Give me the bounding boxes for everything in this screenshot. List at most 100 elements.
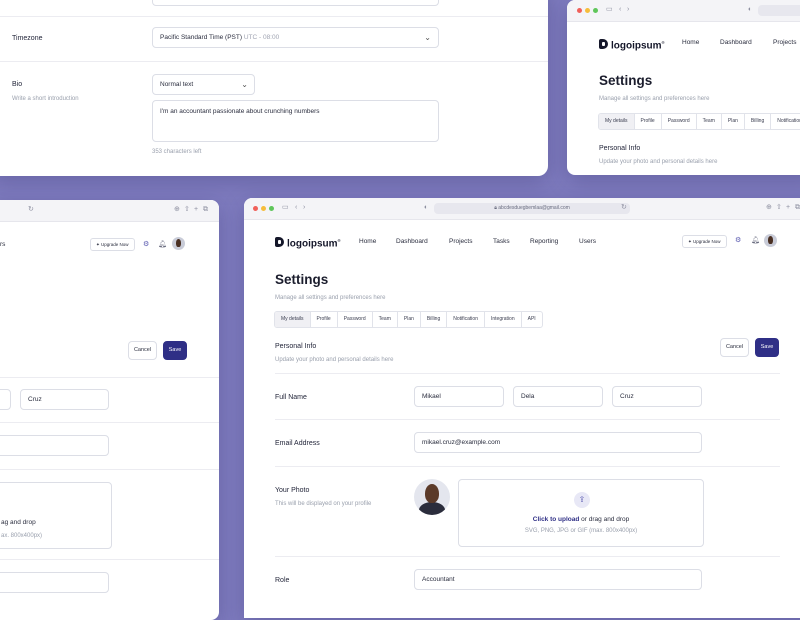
tab-notification[interactable]: Notification xyxy=(771,114,800,129)
lock-icon: 🔒︎ xyxy=(494,205,497,211)
maximize-dot[interactable] xyxy=(593,8,598,13)
last-name-field[interactable]: Cruz xyxy=(612,386,702,407)
nav-projects[interactable]: Projects xyxy=(773,39,796,47)
nav-tasks[interactable]: Tasks xyxy=(493,238,510,246)
settings-tabs: My details Profile Password Team Plan Bi… xyxy=(598,113,800,130)
plus-icon[interactable]: + xyxy=(194,205,198,215)
divider xyxy=(275,373,780,374)
first-name-field[interactable]: Mikael xyxy=(414,386,504,407)
role-label: Role xyxy=(275,577,290,584)
tab-profile[interactable]: Profile xyxy=(635,114,662,129)
timezone-select[interactable]: Pacific Standard Time (PST) UTC - 08:00 … xyxy=(152,27,439,48)
upload-dropzone[interactable]: ag and drop ax. 800x400px) xyxy=(0,482,112,549)
half-circle-icon[interactable]: ◐ xyxy=(748,5,752,15)
copy-icon[interactable]: ⧉ xyxy=(203,205,208,215)
click-to-upload-link[interactable]: Click to upload xyxy=(533,516,580,523)
role-field[interactable]: Accountant xyxy=(414,569,702,590)
bell-icon[interactable]: 🔔︎ xyxy=(751,237,760,245)
email-field[interactable]: mikael.cruz@example.com xyxy=(414,432,702,453)
maximize-dot[interactable] xyxy=(269,206,274,211)
plus-icon[interactable]: + xyxy=(786,203,790,213)
nav-users[interactable]: Users xyxy=(579,238,596,246)
download-icon[interactable]: ⊕ xyxy=(766,203,772,213)
bio-format-value: Normal text xyxy=(160,81,194,88)
reload-icon[interactable]: ↻ xyxy=(621,203,627,213)
tab-notification[interactable]: Notification xyxy=(447,312,485,327)
avatar[interactable] xyxy=(764,234,777,247)
upgrade-button[interactable]: ✦ Upgrade Now xyxy=(682,235,727,248)
tab-plan[interactable]: Plan xyxy=(722,114,745,129)
tab-my-details[interactable]: My details xyxy=(275,312,311,327)
nav-reporting[interactable]: Reporting xyxy=(530,238,558,246)
tab-team[interactable]: Team xyxy=(373,312,398,327)
logo[interactable]: logoipsum® xyxy=(599,37,665,52)
download-icon[interactable]: ⊕ xyxy=(174,205,180,215)
cancel-button[interactable]: Cancel xyxy=(128,341,157,360)
chevron-left-icon[interactable]: ‹ xyxy=(619,5,621,15)
tab-integration[interactable]: Integration xyxy=(485,312,522,327)
last-name-field[interactable]: Cruz xyxy=(20,389,109,410)
tab-password[interactable]: Password xyxy=(662,114,697,129)
page-title: Settings xyxy=(599,73,653,88)
chevron-left-icon[interactable]: ‹ xyxy=(295,203,297,213)
tab-plan[interactable]: Plan xyxy=(398,312,421,327)
address-bar[interactable] xyxy=(758,5,800,16)
middle-name-field[interactable] xyxy=(0,389,11,410)
nav-fragment[interactable]: rs xyxy=(0,241,5,249)
profile-photo xyxy=(414,479,450,515)
upgrade-button[interactable]: ✦ Upgrade Now xyxy=(90,238,135,251)
minimize-dot[interactable] xyxy=(261,206,266,211)
reload-icon[interactable]: ↻ xyxy=(28,205,34,215)
minimize-dot[interactable] xyxy=(585,8,590,13)
share-icon[interactable]: ⇧ xyxy=(776,203,782,213)
tab-password[interactable]: Password xyxy=(338,312,373,327)
bio-format-select[interactable]: Normal text ⌄ xyxy=(152,74,255,95)
nav-home[interactable]: Home xyxy=(682,39,699,47)
nav-dashboard[interactable]: Dashboard xyxy=(720,39,752,47)
save-button[interactable]: Save xyxy=(163,341,187,360)
tab-billing[interactable]: Billing xyxy=(745,114,772,129)
gear-icon[interactable]: ⚙ xyxy=(143,241,149,249)
left-settings-window: ↻ ⊕ ⇧ + ⧉ rs ✦ Upgrade Now ⚙ 🔔︎ Cancel S… xyxy=(0,200,219,620)
bio-text: I'm an accountant passionate about crunc… xyxy=(160,108,320,115)
email-field[interactable] xyxy=(0,435,109,456)
cancel-button[interactable]: Cancel xyxy=(720,338,749,357)
right-settings-window: ▭ ‹ › ◐ logoipsum® Home Dashboard Projec… xyxy=(567,0,800,175)
gear-icon[interactable]: ⚙ xyxy=(735,237,741,245)
address-bar[interactable]: 🔒︎ abcdesduegbemlaa@gmail.com xyxy=(434,203,630,214)
chevron-right-icon[interactable]: › xyxy=(627,5,629,15)
bell-icon[interactable]: 🔔︎ xyxy=(158,241,167,249)
upload-formats: SVG, PNG, JPG or GIF (max. 800x400px) xyxy=(524,528,638,534)
tabs-icon[interactable]: ▭ xyxy=(282,203,289,213)
save-button[interactable]: Save xyxy=(755,338,779,357)
tab-billing[interactable]: Billing xyxy=(421,312,448,327)
chevron-right-icon[interactable]: › xyxy=(303,203,305,213)
copy-icon[interactable]: ⧉ xyxy=(795,203,800,213)
tab-profile[interactable]: Profile xyxy=(311,312,338,327)
nav-home[interactable]: Home xyxy=(359,238,376,246)
nav-dashboard[interactable]: Dashboard xyxy=(396,238,428,246)
logo[interactable]: logoipsum® xyxy=(275,235,341,250)
section-title: Personal Info xyxy=(275,343,317,350)
cloud-upload-icon: ⇪ xyxy=(574,492,590,508)
close-dot[interactable] xyxy=(577,8,582,13)
half-circle-icon[interactable]: ◐ xyxy=(424,203,428,213)
middle-name-field[interactable]: Dela xyxy=(513,386,603,407)
section-title: Personal Info xyxy=(599,145,641,152)
upload-text: ag and drop xyxy=(1,519,36,526)
prior-field[interactable] xyxy=(152,0,439,6)
upload-dropzone[interactable]: ⇪ Click to upload or drag and drop SVG, … xyxy=(458,479,704,547)
bio-textarea[interactable]: I'm an accountant passionate about crunc… xyxy=(152,100,439,142)
share-icon[interactable]: ⇧ xyxy=(184,205,190,215)
nav-projects[interactable]: Projects xyxy=(449,238,472,246)
tab-my-details[interactable]: My details xyxy=(599,114,635,129)
role-field[interactable] xyxy=(0,572,109,593)
timezone-label: Timezone xyxy=(12,35,43,42)
tabs-icon[interactable]: ▭ xyxy=(606,5,613,15)
tab-api[interactable]: API xyxy=(522,312,542,327)
avatar[interactable] xyxy=(172,237,185,250)
divider xyxy=(0,16,548,17)
close-dot[interactable] xyxy=(253,206,258,211)
logo-mark-icon xyxy=(599,39,608,50)
tab-team[interactable]: Team xyxy=(697,114,722,129)
